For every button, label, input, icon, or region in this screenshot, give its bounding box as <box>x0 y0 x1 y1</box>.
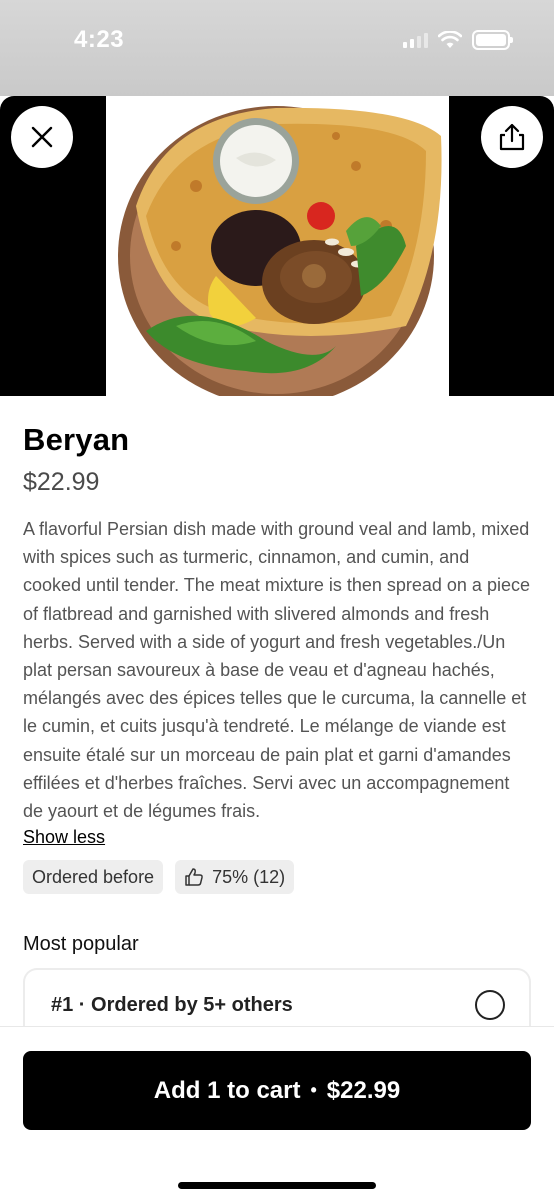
thumbs-up-icon <box>185 868 203 886</box>
most-popular-title: Most popular <box>23 933 139 956</box>
rating-label: 75% (12) <box>212 866 286 887</box>
close-icon <box>31 126 53 148</box>
status-icons <box>403 30 513 50</box>
status-bar: 4:23 <box>0 0 554 96</box>
rating-badge: 75% (12) <box>175 860 295 895</box>
home-indicator <box>178 1182 376 1189</box>
item-hero <box>0 96 554 396</box>
signal-icon <box>403 32 428 48</box>
bottom-bar: Add 1 to cart • $22.99 <box>0 1026 554 1200</box>
add-to-cart-label: Add 1 to cart <box>153 1076 301 1104</box>
share-button[interactable] <box>481 106 543 168</box>
item-tags: Ordered before 75% (12) <box>23 860 531 895</box>
item-price: $22.99 <box>23 468 100 496</box>
item-details: Beryan $22.99 A flavorful Persian dish m… <box>0 396 554 1029</box>
food-image <box>106 96 449 396</box>
close-button[interactable] <box>11 106 73 168</box>
add-to-cart-separator: • <box>310 1080 317 1100</box>
show-less-link[interactable]: Show less <box>23 827 105 848</box>
most-popular-option-label: #1 · Ordered by 5+ others <box>51 994 293 1017</box>
status-time: 4:23 <box>74 26 125 53</box>
battery-icon <box>472 30 513 50</box>
wifi-icon <box>438 31 462 48</box>
item-title: Beryan <box>23 422 130 457</box>
item-description: A flavorful Persian dish made with groun… <box>23 519 530 822</box>
option-radio[interactable] <box>475 990 505 1021</box>
share-icon <box>499 123 525 151</box>
add-to-cart-button[interactable]: Add 1 to cart • $22.99 <box>23 1051 531 1130</box>
ordered-before-badge: Ordered before <box>23 860 164 895</box>
ordered-before-label: Ordered before <box>32 866 155 887</box>
add-to-cart-price: $22.99 <box>326 1076 401 1104</box>
most-popular-option[interactable]: #1 · Ordered by 5+ others <box>23 968 531 1029</box>
